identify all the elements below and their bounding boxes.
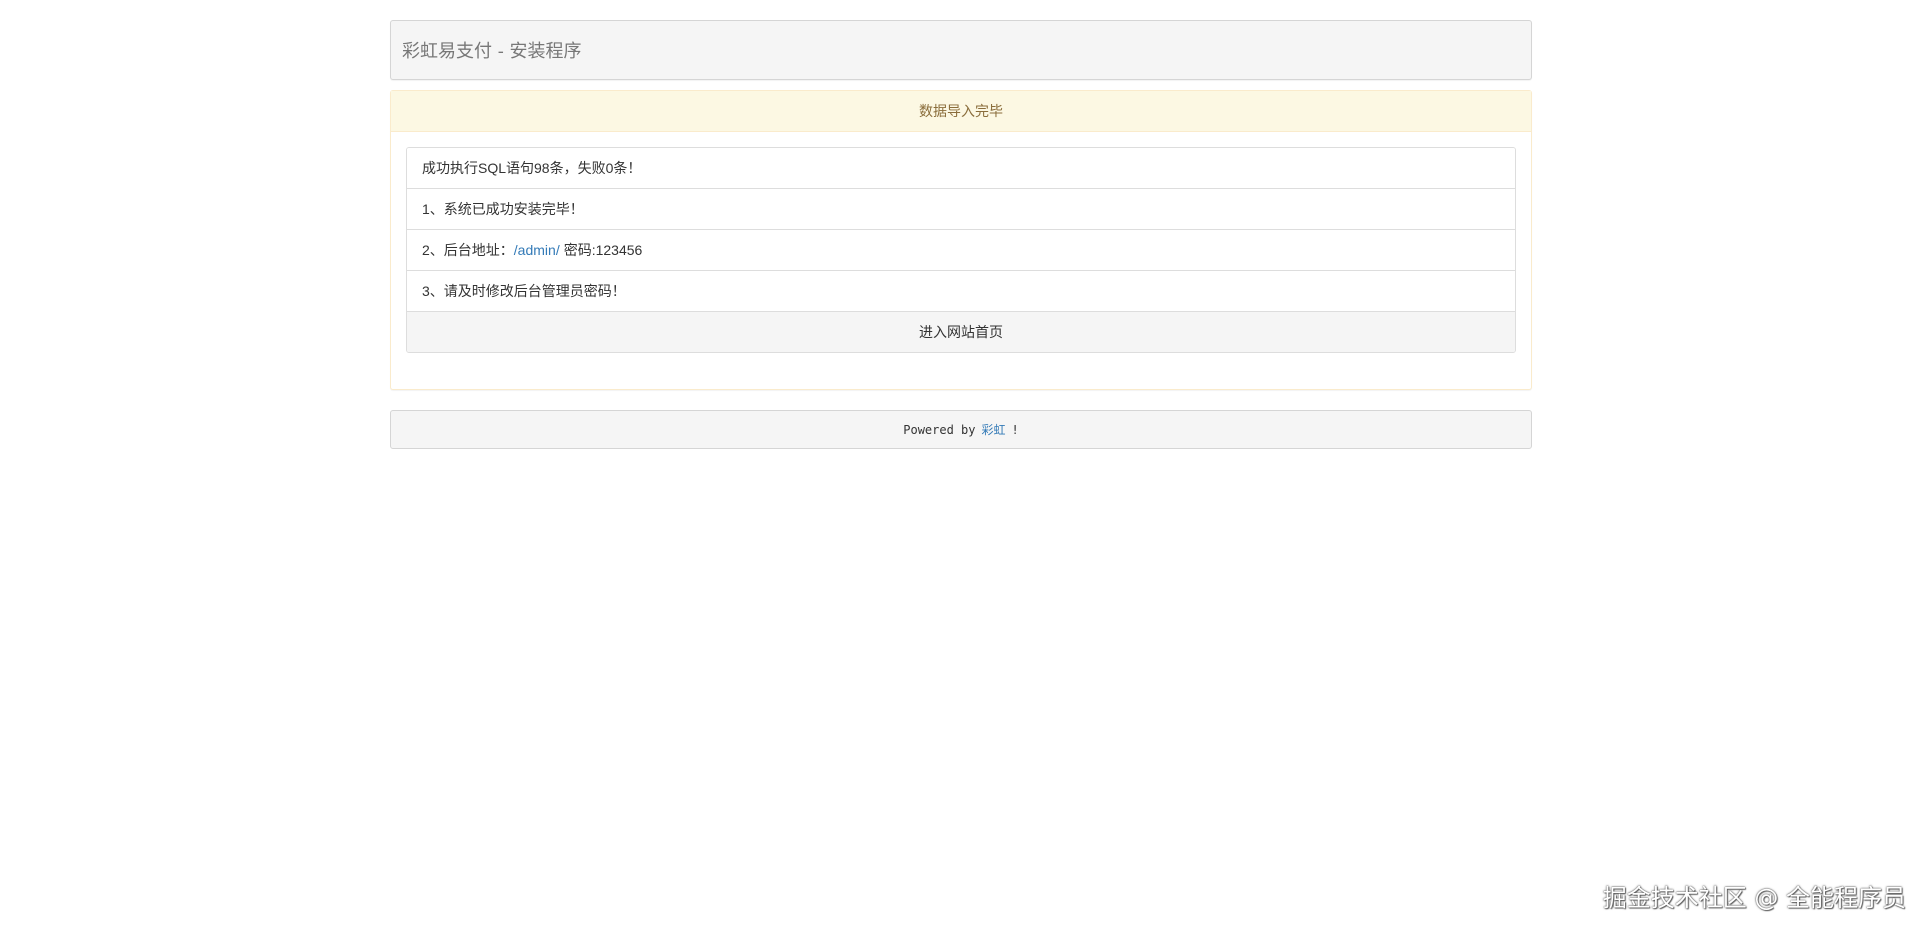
list-item-sql-result: 成功执行SQL语句98条，失败0条！ xyxy=(407,148,1515,189)
footer-suffix: ! xyxy=(1011,422,1019,437)
watermark-text: 掘金技术社区 @ 全能程序员 xyxy=(1602,884,1906,912)
install-result-panel: 数据导入完毕 成功执行SQL语句98条，失败0条！ 1、系统已成功安装完毕！ 2… xyxy=(390,90,1532,390)
step-1-text: 1、系统已成功安装完毕！ xyxy=(422,201,584,217)
panel-body: 成功执行SQL语句98条，失败0条！ 1、系统已成功安装完毕！ 2、后台地址： … xyxy=(391,132,1531,389)
header-panel: 彩虹易支付 - 安装程序 xyxy=(390,20,1532,80)
step-2-prefix: 2、后台地址： xyxy=(422,242,514,258)
footer-brand-link[interactable]: 彩虹 xyxy=(982,421,1006,438)
panel-heading: 数据导入完毕 xyxy=(391,91,1531,132)
step-3-text: 3、请及时修改后台管理员密码！ xyxy=(422,283,626,299)
footer-prefix: Powered by xyxy=(903,422,976,437)
page-title: 彩虹易支付 - 安装程序 xyxy=(402,41,582,62)
footer-panel: Powered by 彩虹 ! xyxy=(390,410,1532,449)
page-container: 彩虹易支付 - 安装程序 数据导入完毕 成功执行SQL语句98条，失败0条！ 1… xyxy=(390,20,1532,449)
sql-result-text: 成功执行SQL语句98条，失败0条！ xyxy=(422,160,642,176)
list-item-step-1: 1、系统已成功安装完毕！ xyxy=(407,189,1515,230)
panel-heading-text: 数据导入完毕 xyxy=(919,103,1003,119)
list-item-step-3: 3、请及时修改后台管理员密码！ xyxy=(407,271,1515,312)
list-item-step-2: 2、后台地址： /admin/ 密码:123456 xyxy=(407,230,1515,271)
admin-link[interactable]: /admin/ xyxy=(514,242,560,258)
enter-homepage-button[interactable]: 进入网站首页 xyxy=(407,312,1515,352)
result-list: 成功执行SQL语句98条，失败0条！ 1、系统已成功安装完毕！ 2、后台地址： … xyxy=(406,147,1516,353)
admin-password-text: 密码:123456 xyxy=(563,242,643,258)
